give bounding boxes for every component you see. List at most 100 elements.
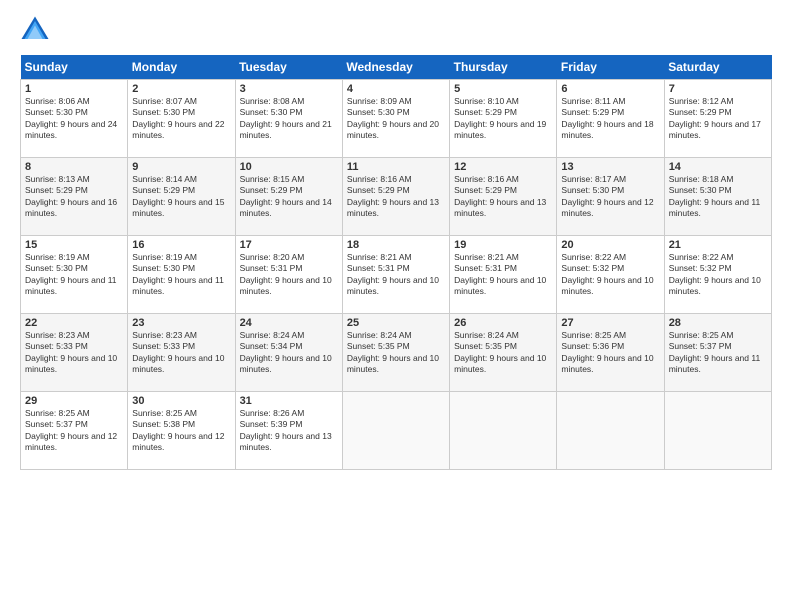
day-info: Sunrise: 8:12 AMSunset: 5:29 PMDaylight:… [669,96,761,140]
day-number: 9 [132,161,230,173]
calendar-day-cell: 20 Sunrise: 8:22 AMSunset: 5:32 PMDaylig… [557,236,664,314]
day-info: Sunrise: 8:20 AMSunset: 5:31 PMDaylight:… [240,252,332,296]
day-number: 24 [240,317,338,329]
day-number: 20 [561,239,659,251]
calendar-day-cell: 31 Sunrise: 8:26 AMSunset: 5:39 PMDaylig… [235,392,342,470]
calendar-day-cell: 12 Sunrise: 8:16 AMSunset: 5:29 PMDaylig… [450,158,557,236]
calendar-day-cell: 5 Sunrise: 8:10 AMSunset: 5:29 PMDayligh… [450,80,557,158]
day-info: Sunrise: 8:21 AMSunset: 5:31 PMDaylight:… [454,252,546,296]
day-info: Sunrise: 8:24 AMSunset: 5:34 PMDaylight:… [240,330,332,374]
day-info: Sunrise: 8:16 AMSunset: 5:29 PMDaylight:… [347,174,439,218]
calendar-day-cell: 21 Sunrise: 8:22 AMSunset: 5:32 PMDaylig… [664,236,771,314]
day-info: Sunrise: 8:08 AMSunset: 5:30 PMDaylight:… [240,96,332,140]
calendar-day-cell: 13 Sunrise: 8:17 AMSunset: 5:30 PMDaylig… [557,158,664,236]
calendar-day-cell: 27 Sunrise: 8:25 AMSunset: 5:36 PMDaylig… [557,314,664,392]
day-number: 25 [347,317,445,329]
day-info: Sunrise: 8:19 AMSunset: 5:30 PMDaylight:… [132,252,224,296]
page-container: SundayMondayTuesdayWednesdayThursdayFrid… [0,0,792,480]
calendar-day-cell [664,392,771,470]
calendar-day-cell: 15 Sunrise: 8:19 AMSunset: 5:30 PMDaylig… [21,236,128,314]
day-number: 16 [132,239,230,251]
calendar-day-cell: 22 Sunrise: 8:23 AMSunset: 5:33 PMDaylig… [21,314,128,392]
calendar-week-row: 1 Sunrise: 8:06 AMSunset: 5:30 PMDayligh… [21,80,772,158]
day-of-week-header: Friday [557,55,664,80]
page-header [20,15,772,45]
calendar-day-cell [342,392,449,470]
calendar-day-cell: 11 Sunrise: 8:16 AMSunset: 5:29 PMDaylig… [342,158,449,236]
day-number: 29 [25,395,123,407]
calendar-day-cell: 19 Sunrise: 8:21 AMSunset: 5:31 PMDaylig… [450,236,557,314]
day-info: Sunrise: 8:23 AMSunset: 5:33 PMDaylight:… [25,330,117,374]
day-number: 3 [240,83,338,95]
day-number: 12 [454,161,552,173]
calendar-day-cell: 8 Sunrise: 8:13 AMSunset: 5:29 PMDayligh… [21,158,128,236]
day-number: 21 [669,239,767,251]
calendar-day-cell: 10 Sunrise: 8:15 AMSunset: 5:29 PMDaylig… [235,158,342,236]
calendar-day-cell: 30 Sunrise: 8:25 AMSunset: 5:38 PMDaylig… [128,392,235,470]
calendar-day-cell: 9 Sunrise: 8:14 AMSunset: 5:29 PMDayligh… [128,158,235,236]
logo [20,15,52,45]
day-info: Sunrise: 8:23 AMSunset: 5:33 PMDaylight:… [132,330,224,374]
calendar-day-cell: 2 Sunrise: 8:07 AMSunset: 5:30 PMDayligh… [128,80,235,158]
day-of-week-header: Thursday [450,55,557,80]
day-number: 31 [240,395,338,407]
calendar-day-cell: 28 Sunrise: 8:25 AMSunset: 5:37 PMDaylig… [664,314,771,392]
day-number: 6 [561,83,659,95]
day-info: Sunrise: 8:18 AMSunset: 5:30 PMDaylight:… [669,174,761,218]
calendar-day-cell: 4 Sunrise: 8:09 AMSunset: 5:30 PMDayligh… [342,80,449,158]
day-number: 30 [132,395,230,407]
day-info: Sunrise: 8:24 AMSunset: 5:35 PMDaylight:… [347,330,439,374]
day-of-week-header: Sunday [21,55,128,80]
day-number: 28 [669,317,767,329]
day-info: Sunrise: 8:17 AMSunset: 5:30 PMDaylight:… [561,174,653,218]
calendar-day-cell: 14 Sunrise: 8:18 AMSunset: 5:30 PMDaylig… [664,158,771,236]
calendar-week-row: 8 Sunrise: 8:13 AMSunset: 5:29 PMDayligh… [21,158,772,236]
day-info: Sunrise: 8:22 AMSunset: 5:32 PMDaylight:… [669,252,761,296]
day-info: Sunrise: 8:11 AMSunset: 5:29 PMDaylight:… [561,96,653,140]
day-of-week-header: Saturday [664,55,771,80]
calendar-day-cell: 17 Sunrise: 8:20 AMSunset: 5:31 PMDaylig… [235,236,342,314]
day-number: 7 [669,83,767,95]
day-number: 18 [347,239,445,251]
day-info: Sunrise: 8:10 AMSunset: 5:29 PMDaylight:… [454,96,546,140]
day-of-week-header: Monday [128,55,235,80]
day-info: Sunrise: 8:15 AMSunset: 5:29 PMDaylight:… [240,174,332,218]
day-number: 23 [132,317,230,329]
calendar-day-cell: 24 Sunrise: 8:24 AMSunset: 5:34 PMDaylig… [235,314,342,392]
calendar-header-row: SundayMondayTuesdayWednesdayThursdayFrid… [21,55,772,80]
day-info: Sunrise: 8:19 AMSunset: 5:30 PMDaylight:… [25,252,117,296]
day-number: 13 [561,161,659,173]
calendar-day-cell: 16 Sunrise: 8:19 AMSunset: 5:30 PMDaylig… [128,236,235,314]
day-number: 2 [132,83,230,95]
day-info: Sunrise: 8:09 AMSunset: 5:30 PMDaylight:… [347,96,439,140]
calendar-table: SundayMondayTuesdayWednesdayThursdayFrid… [20,55,772,470]
day-info: Sunrise: 8:24 AMSunset: 5:35 PMDaylight:… [454,330,546,374]
day-number: 19 [454,239,552,251]
logo-icon [20,15,50,45]
day-info: Sunrise: 8:21 AMSunset: 5:31 PMDaylight:… [347,252,439,296]
calendar-day-cell: 1 Sunrise: 8:06 AMSunset: 5:30 PMDayligh… [21,80,128,158]
calendar-day-cell: 3 Sunrise: 8:08 AMSunset: 5:30 PMDayligh… [235,80,342,158]
day-info: Sunrise: 8:14 AMSunset: 5:29 PMDaylight:… [132,174,224,218]
day-info: Sunrise: 8:25 AMSunset: 5:36 PMDaylight:… [561,330,653,374]
day-number: 15 [25,239,123,251]
calendar-week-row: 29 Sunrise: 8:25 AMSunset: 5:37 PMDaylig… [21,392,772,470]
day-info: Sunrise: 8:16 AMSunset: 5:29 PMDaylight:… [454,174,546,218]
day-number: 10 [240,161,338,173]
day-info: Sunrise: 8:07 AMSunset: 5:30 PMDaylight:… [132,96,224,140]
day-number: 11 [347,161,445,173]
day-number: 5 [454,83,552,95]
day-number: 27 [561,317,659,329]
calendar-day-cell: 25 Sunrise: 8:24 AMSunset: 5:35 PMDaylig… [342,314,449,392]
calendar-week-row: 15 Sunrise: 8:19 AMSunset: 5:30 PMDaylig… [21,236,772,314]
day-number: 4 [347,83,445,95]
day-info: Sunrise: 8:25 AMSunset: 5:38 PMDaylight:… [132,408,224,452]
day-info: Sunrise: 8:26 AMSunset: 5:39 PMDaylight:… [240,408,332,452]
day-number: 17 [240,239,338,251]
day-info: Sunrise: 8:25 AMSunset: 5:37 PMDaylight:… [669,330,761,374]
day-number: 14 [669,161,767,173]
day-number: 1 [25,83,123,95]
calendar-week-row: 22 Sunrise: 8:23 AMSunset: 5:33 PMDaylig… [21,314,772,392]
day-info: Sunrise: 8:13 AMSunset: 5:29 PMDaylight:… [25,174,117,218]
calendar-day-cell: 6 Sunrise: 8:11 AMSunset: 5:29 PMDayligh… [557,80,664,158]
